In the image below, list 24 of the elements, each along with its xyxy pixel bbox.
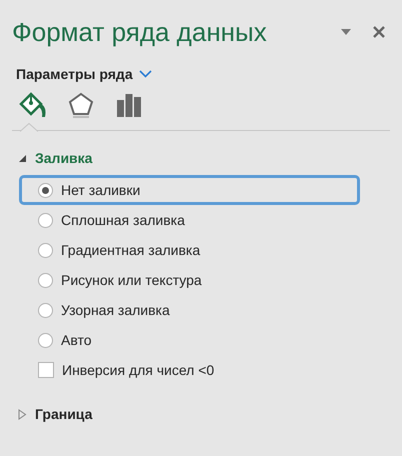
option-label[interactable]: Узорная заливка [61,302,170,318]
radio-button[interactable] [38,212,53,228]
section-header[interactable]: Заливка [0,143,92,173]
option-label[interactable]: Авто [61,332,92,348]
option-label[interactable]: Нет заливки [61,182,140,198]
option-label[interactable]: Сплошная заливка [61,212,185,228]
options-dropdown[interactable]: Параметры ряда [16,66,152,82]
option-label[interactable]: Рисунок или текстура [61,272,202,288]
section-header[interactable]: Граница [0,399,92,429]
bar-chart-icon [116,91,142,119]
pentagon-icon [67,91,95,119]
radio-button[interactable] [38,332,53,348]
radio-button[interactable] [38,272,53,288]
expanded-triangle-icon [18,154,27,162]
option-label[interactable]: Инверсия для чисел <0 [62,362,214,378]
paint-bucket-icon [18,91,48,119]
radio-button[interactable] [38,302,53,318]
pane-title: Формат ряда данных [12,16,268,48]
option-label[interactable]: Градиентная заливка [61,242,200,258]
radio-button[interactable] [38,242,53,258]
radio-button[interactable] [38,182,53,198]
chevron-down-icon [138,70,152,78]
checkbox[interactable] [38,362,54,378]
collapsed-triangle-icon [18,408,27,420]
